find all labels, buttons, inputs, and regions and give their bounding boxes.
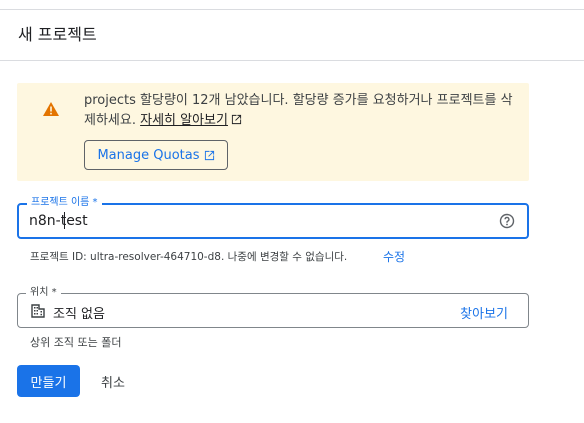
browse-button[interactable]: 찾아보기: [460, 303, 508, 322]
location-helper-text: 상위 조직 또는 폴더: [30, 336, 122, 349]
notice-message: projects 할당량이 12개 남았습니다. 할당량 증가를 요청하거나 프…: [84, 91, 514, 131]
location-field[interactable]: 위치 * 조직 없음 찾아보기: [17, 286, 529, 328]
create-button[interactable]: 만들기: [17, 365, 80, 397]
cancel-button[interactable]: 취소: [90, 365, 136, 397]
warning-icon: [43, 102, 59, 116]
manage-quotas-label: Manage Quotas: [97, 147, 200, 163]
project-name-input[interactable]: n8n-test: [29, 213, 88, 229]
location-label: 위치 *: [26, 286, 61, 300]
top-divider: [0, 9, 584, 10]
learn-more-link[interactable]: 자세히 알아보기: [140, 113, 242, 128]
learn-more-label: 자세히 알아보기: [140, 113, 228, 128]
building-icon: [31, 304, 45, 318]
external-link-icon: [204, 150, 214, 160]
external-link-icon: [231, 114, 242, 125]
edit-project-id-link[interactable]: 수정: [383, 248, 405, 265]
dialog-title: 새 프로젝트: [18, 25, 97, 44]
project-name-label: 프로젝트 이름 *: [27, 196, 102, 210]
help-circle-icon[interactable]: [499, 213, 515, 229]
quota-notice: projects 할당량이 12개 남았습니다. 할당량 증가를 요청하거나 프…: [17, 83, 529, 181]
text-cursor: [64, 212, 65, 229]
project-id-text: 프로젝트 ID: ultra-resolver-464710-d8. 나중에 변…: [30, 251, 348, 263]
manage-quotas-button[interactable]: Manage Quotas: [84, 140, 228, 170]
project-name-field[interactable]: 프로젝트 이름 * n8n-test: [17, 196, 529, 239]
title-divider: [0, 60, 584, 61]
location-value: 조직 없음: [53, 307, 105, 322]
